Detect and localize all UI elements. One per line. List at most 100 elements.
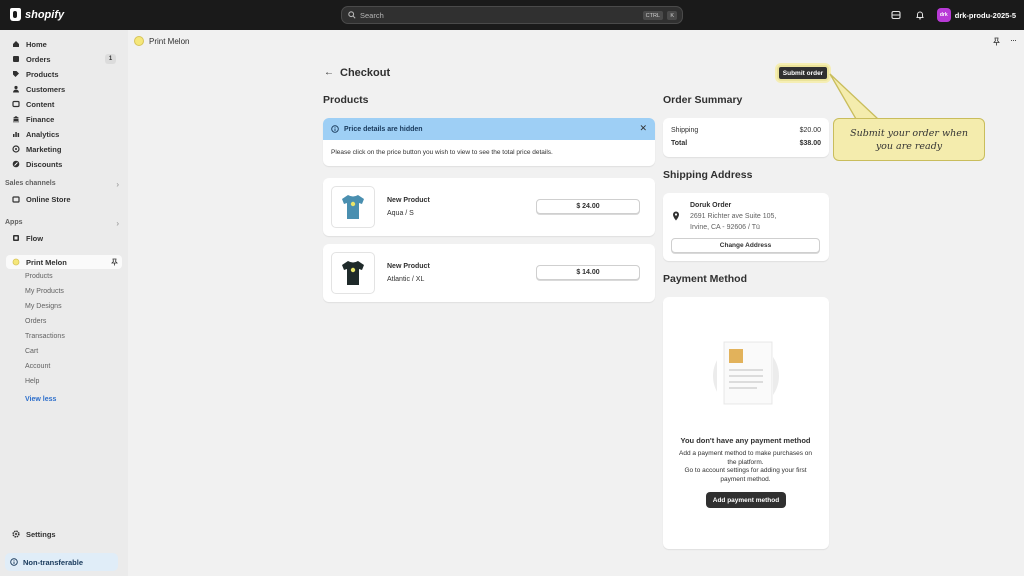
close-icon[interactable]: ✕	[639, 123, 647, 134]
shortcut-ctrl: CTRL	[642, 11, 663, 20]
search-icon	[348, 11, 356, 19]
marketing-icon	[12, 145, 20, 153]
location-pin-icon	[673, 211, 679, 221]
product-thumbnail	[331, 186, 375, 228]
non-transferable-label: Non-transferable	[23, 557, 84, 567]
products-section-title: Products	[323, 94, 369, 106]
page-title: Checkout	[340, 67, 391, 79]
product-name: New Product	[387, 197, 430, 204]
sidebar-item-label: Customers	[26, 84, 66, 94]
address-name: Doruk Order	[690, 202, 732, 209]
back-arrow-icon[interactable]: ←	[324, 67, 334, 78]
empty-payment-title: You don't have any payment method	[680, 436, 811, 445]
total-label: Total	[671, 140, 688, 147]
sidebar-item-label: Products	[26, 69, 59, 79]
product-card: New Product Aqua / S $ 24.00	[323, 178, 655, 236]
payment-method-title: Payment Method	[663, 273, 748, 285]
sidebar-item-label: Content	[26, 99, 55, 109]
store-avatar: drk	[936, 8, 951, 22]
sidebar-item-discounts[interactable]: Discounts	[6, 157, 122, 171]
product-name: New Product	[387, 263, 430, 270]
print-melon-logo-icon	[134, 36, 144, 46]
product-variant: Aqua / S	[387, 210, 414, 217]
shopify-bag-icon	[10, 8, 21, 21]
change-address-button[interactable]: Change Address	[671, 238, 820, 253]
sidebar-item-online-store[interactable]: Online Store	[6, 192, 122, 206]
app-subitem-cart[interactable]: Cart	[25, 348, 38, 355]
sidebar-item-products[interactable]: Products	[6, 67, 122, 81]
pin-icon[interactable]	[111, 258, 118, 268]
chevron-right-icon[interactable]: ›	[116, 180, 119, 189]
chevron-right-icon[interactable]: ›	[116, 219, 119, 228]
app-title: Print Melon	[134, 36, 189, 46]
empty-payment-desc-2: the platform.	[727, 458, 764, 466]
app-subitem-orders[interactable]: Orders	[25, 318, 46, 325]
empty-document-illustration	[713, 341, 779, 409]
sidebar-item-finance[interactable]: Finance	[6, 112, 122, 126]
sidebar-item-customers[interactable]: Customers	[6, 82, 122, 96]
product-variant: Atlantic / XL	[387, 276, 425, 283]
app-subitem-account[interactable]: Account	[25, 363, 50, 370]
app-subitem-my-designs[interactable]: My Designs	[25, 303, 62, 310]
product-card: New Product Atlantic / XL $ 14.00	[323, 244, 655, 302]
sidebar-item-marketing[interactable]: Marketing	[6, 142, 122, 156]
shortcut-k: K	[667, 11, 677, 20]
sidebar-item-label: Home	[26, 39, 47, 49]
order-summary-title: Order Summary	[663, 94, 743, 106]
more-options-icon[interactable]: ···	[1010, 35, 1017, 45]
price-hidden-banner: Price details are hidden ✕ Please click …	[323, 118, 655, 166]
tag-icon	[12, 70, 20, 78]
sidebar-item-analytics[interactable]: Analytics	[6, 127, 122, 141]
show-price-button[interactable]: $ 24.00	[536, 199, 640, 214]
app-subitem-my-products[interactable]: My Products	[25, 288, 64, 295]
sidebar-item-content[interactable]: Content	[6, 97, 122, 111]
store-icon	[12, 195, 20, 203]
discount-icon	[12, 160, 20, 168]
callout-line-2: you are ready	[875, 140, 943, 152]
inbox-icon[interactable]	[889, 8, 903, 22]
sidebar-item-label: Settings	[26, 529, 56, 539]
add-payment-method-button[interactable]: Add payment method	[706, 492, 786, 508]
sidebar-item-settings[interactable]: Settings	[6, 527, 122, 541]
sidebar-item-label: Marketing	[26, 144, 62, 154]
total-value: $38.00	[799, 140, 821, 147]
sidebar-item-print-melon[interactable]: Print Melon	[6, 255, 122, 269]
search-bar[interactable]: Search CTRL K	[341, 6, 683, 24]
app-title-text: Print Melon	[149, 36, 190, 46]
tshirt-icon	[342, 195, 364, 219]
payment-method-card: You don't have any payment method Add a …	[663, 297, 829, 549]
info-icon	[10, 558, 18, 566]
home-icon	[12, 40, 20, 48]
shipping-value: $20.00	[799, 127, 821, 134]
non-transferable-banner[interactable]: Non-transferable	[5, 553, 118, 571]
sidebar-item-label: Orders	[26, 54, 51, 64]
shipping-label: Shipping	[671, 127, 699, 134]
address-line-1: 2691 Richter ave Suite 105,	[690, 213, 777, 220]
logo-text: shopify	[25, 8, 65, 21]
shopify-logo[interactable]: shopify	[10, 8, 64, 21]
shipping-address-card: Doruk Order 2691 Richter ave Suite 105, …	[663, 193, 829, 261]
sidebar-item-label: Finance	[26, 114, 55, 124]
info-icon	[331, 125, 339, 133]
app-subitem-help[interactable]: Help	[25, 378, 39, 385]
empty-payment-desc-3: Go to account settings for adding your f…	[684, 467, 807, 474]
shipping-address-title: Shipping Address	[663, 169, 753, 181]
app-subitem-products[interactable]: Products	[25, 273, 53, 280]
address-line-2: Irvine, CA - 92606 / Tü	[690, 224, 760, 231]
sales-channels-label[interactable]: Sales channels	[5, 180, 56, 187]
apps-label[interactable]: Apps	[5, 219, 23, 226]
sidebar-item-home[interactable]: Home	[6, 37, 122, 51]
submit-order-button[interactable]: Submit order	[777, 65, 829, 81]
app-subitem-transactions[interactable]: Transactions	[25, 333, 65, 340]
pin-icon[interactable]	[993, 37, 1000, 48]
search-placeholder: Search	[360, 10, 384, 20]
print-melon-icon	[12, 258, 20, 266]
shipping-row: Shipping $20.00	[671, 127, 821, 134]
view-less-link[interactable]: View less	[25, 396, 56, 403]
show-price-button[interactable]: $ 14.00	[536, 265, 640, 280]
gear-icon	[12, 530, 20, 538]
sidebar-item-flow[interactable]: Flow	[6, 231, 122, 245]
bell-icon[interactable]	[913, 8, 927, 22]
sidebar-item-orders[interactable]: Orders 1	[6, 52, 122, 66]
store-menu[interactable]: drk drk-produ-2025-5	[936, 8, 1016, 22]
